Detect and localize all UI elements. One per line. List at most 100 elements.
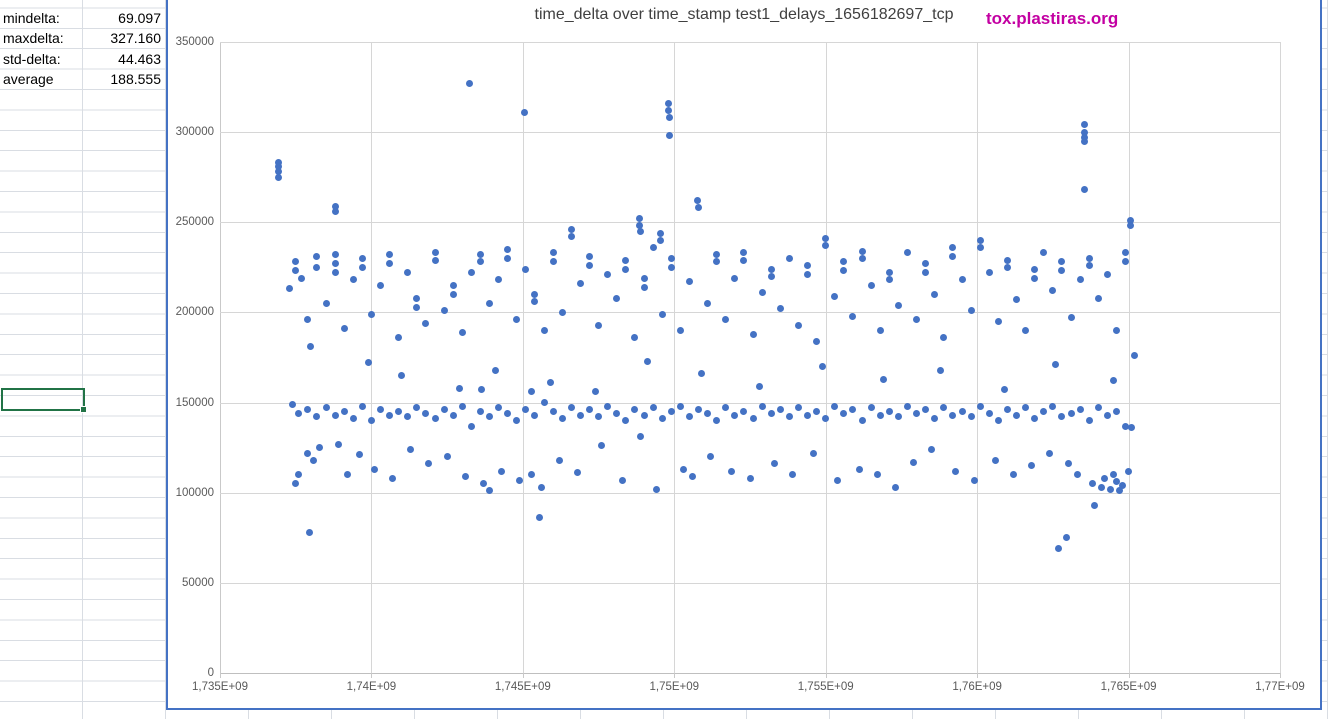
scatter-point[interactable]	[422, 410, 429, 417]
scatter-point[interactable]	[450, 291, 457, 298]
scatter-point[interactable]	[1004, 264, 1011, 271]
scatter-point[interactable]	[556, 457, 563, 464]
scatter-point[interactable]	[1113, 408, 1120, 415]
scatter-point[interactable]	[528, 471, 535, 478]
scatter-point[interactable]	[665, 100, 672, 107]
scatter-point[interactable]	[371, 466, 378, 473]
scatter-point[interactable]	[622, 417, 629, 424]
scatter-point[interactable]	[323, 300, 330, 307]
scatter-point[interactable]	[536, 514, 543, 521]
scatter-point[interactable]	[740, 408, 747, 415]
scatter-point[interactable]	[513, 316, 520, 323]
scatter-point[interactable]	[307, 343, 314, 350]
scatter-point[interactable]	[486, 413, 493, 420]
scatter-point[interactable]	[641, 284, 648, 291]
scatter-point[interactable]	[1113, 327, 1120, 334]
stat-row-stddelta[interactable]: std-delta: 44.463	[0, 49, 166, 69]
scatter-point[interactable]	[689, 473, 696, 480]
scatter-point[interactable]	[1010, 471, 1017, 478]
scatter-point[interactable]	[849, 406, 856, 413]
scatter-point[interactable]	[695, 406, 702, 413]
scatter-point[interactable]	[831, 293, 838, 300]
scatter-point[interactable]	[813, 408, 820, 415]
scatter-point[interactable]	[477, 258, 484, 265]
scatter-point[interactable]	[949, 244, 956, 251]
scatter-point[interactable]	[768, 266, 775, 273]
scatter-point[interactable]	[1001, 386, 1008, 393]
scatter-point[interactable]	[595, 322, 602, 329]
scatter-point[interactable]	[568, 233, 575, 240]
scatter-point[interactable]	[504, 410, 511, 417]
scatter-point[interactable]	[1086, 417, 1093, 424]
scatter-point[interactable]	[538, 484, 545, 491]
scatter-point[interactable]	[359, 264, 366, 271]
scatter-point[interactable]	[750, 415, 757, 422]
scatter-point[interactable]	[613, 410, 620, 417]
scatter-point[interactable]	[1127, 222, 1134, 229]
scatter-point[interactable]	[398, 372, 405, 379]
scatter-point[interactable]	[707, 453, 714, 460]
scatter-point[interactable]	[622, 257, 629, 264]
scatter-point[interactable]	[677, 403, 684, 410]
scatter-point[interactable]	[459, 403, 466, 410]
scatter-point[interactable]	[619, 477, 626, 484]
scatter-point[interactable]	[904, 403, 911, 410]
scatter-point[interactable]	[1040, 408, 1047, 415]
scatter-point[interactable]	[747, 475, 754, 482]
scatter-point[interactable]	[1028, 462, 1035, 469]
scatter-point[interactable]	[568, 226, 575, 233]
scatter-point[interactable]	[804, 271, 811, 278]
scatter-point[interactable]	[644, 358, 651, 365]
scatter-point[interactable]	[292, 258, 299, 265]
scatter-point[interactable]	[859, 255, 866, 262]
scatter-point[interactable]	[822, 415, 829, 422]
scatter-point[interactable]	[1131, 352, 1138, 359]
scatter-point[interactable]	[466, 80, 473, 87]
scatter-point[interactable]	[659, 415, 666, 422]
scatter-point[interactable]	[598, 442, 605, 449]
scatter-point[interactable]	[1049, 287, 1056, 294]
scatter-point[interactable]	[332, 269, 339, 276]
scatter-point[interactable]	[516, 477, 523, 484]
scatter-point[interactable]	[937, 367, 944, 374]
scatter-point[interactable]	[1110, 471, 1117, 478]
scatter-point[interactable]	[1052, 361, 1059, 368]
scatter-point[interactable]	[880, 376, 887, 383]
scatter-point[interactable]	[574, 469, 581, 476]
scatter-point[interactable]	[386, 260, 393, 267]
scatter-point[interactable]	[432, 249, 439, 256]
scatter-point[interactable]	[1055, 545, 1062, 552]
scatter-point[interactable]	[559, 309, 566, 316]
scatter-point[interactable]	[477, 251, 484, 258]
scatter-point[interactable]	[1125, 468, 1132, 475]
scatter-point[interactable]	[480, 480, 487, 487]
scatter-point[interactable]	[1089, 480, 1096, 487]
scatter-point[interactable]	[595, 413, 602, 420]
scatter-point[interactable]	[344, 471, 351, 478]
scatter-point[interactable]	[677, 327, 684, 334]
scatter-point[interactable]	[874, 471, 881, 478]
scatter-point[interactable]	[547, 379, 554, 386]
scatter-point[interactable]	[395, 334, 402, 341]
scatter-point[interactable]	[740, 257, 747, 264]
scatter-point[interactable]	[286, 285, 293, 292]
scatter-point[interactable]	[1004, 257, 1011, 264]
scatter-point[interactable]	[804, 412, 811, 419]
scatter-point[interactable]	[868, 404, 875, 411]
scatter-point[interactable]	[786, 255, 793, 262]
scatter-point[interactable]	[928, 446, 935, 453]
scatter-point[interactable]	[968, 413, 975, 420]
scatter-point[interactable]	[789, 471, 796, 478]
scatter-point[interactable]	[940, 404, 947, 411]
scatter-point[interactable]	[586, 262, 593, 269]
scatter-point[interactable]	[586, 253, 593, 260]
stat-row-average[interactable]: average 188.555	[0, 69, 166, 89]
scatter-point[interactable]	[1004, 406, 1011, 413]
scatter-point[interactable]	[459, 329, 466, 336]
chart-title[interactable]: time_delta over time_stamp test1_delays_…	[168, 6, 1320, 24]
scatter-point[interactable]	[450, 282, 457, 289]
scatter-point[interactable]	[637, 433, 644, 440]
scatter-point[interactable]	[740, 249, 747, 256]
scatter-point[interactable]	[1013, 296, 1020, 303]
scatter-point[interactable]	[686, 278, 693, 285]
